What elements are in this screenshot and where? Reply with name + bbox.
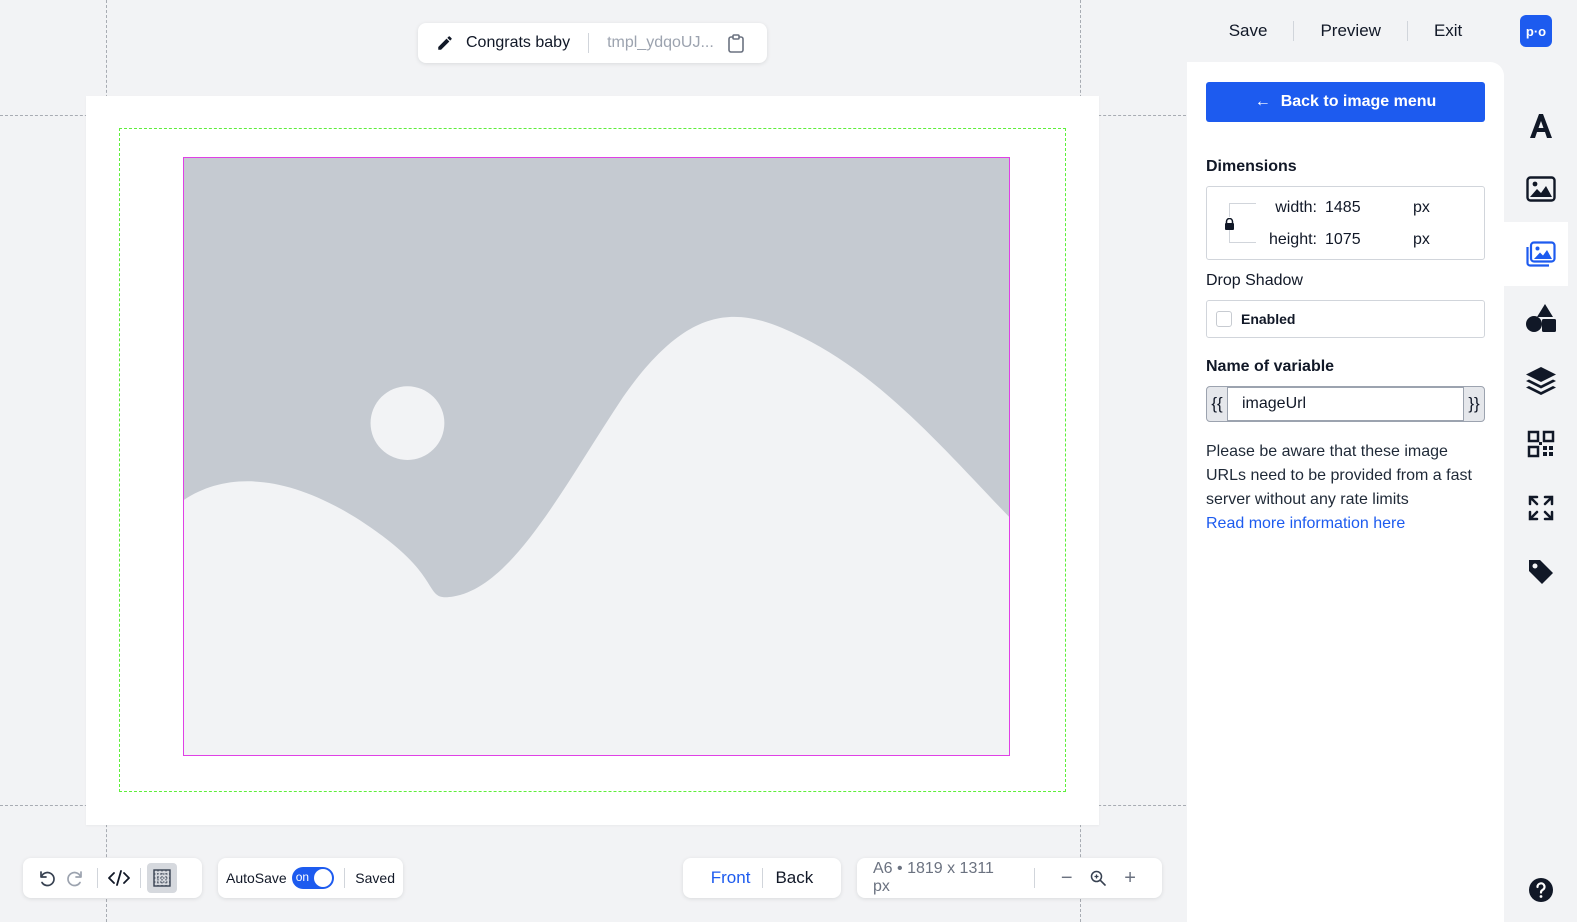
- tab-back[interactable]: Back: [763, 868, 825, 888]
- autosave-toolbar: AutoSave on Saved: [218, 858, 403, 898]
- height-input[interactable]: 1075: [1325, 231, 1413, 249]
- image-variable-icon[interactable]: [1504, 224, 1577, 284]
- image-placeholder-icon: [184, 158, 1009, 755]
- save-button[interactable]: Save: [1203, 21, 1294, 41]
- back-button-label: Back to image menu: [1280, 93, 1437, 110]
- preview-button[interactable]: Preview: [1294, 21, 1406, 41]
- shapes-icon[interactable]: [1504, 288, 1577, 348]
- toggle-text: on: [295, 870, 310, 884]
- lock-icon[interactable]: [1224, 217, 1235, 230]
- close-brace: }}: [1468, 394, 1480, 413]
- tool-rail: [1504, 0, 1577, 922]
- zoom-fit-icon[interactable]: [1083, 870, 1115, 886]
- width-input[interactable]: 1485: [1325, 199, 1413, 217]
- redo-icon[interactable]: [61, 863, 91, 893]
- open-brace: {{: [1211, 394, 1223, 413]
- image-placeholder[interactable]: [183, 157, 1010, 756]
- width-label: width:: [1275, 199, 1317, 216]
- divider: [1033, 868, 1035, 888]
- height-label: height:: [1268, 231, 1317, 248]
- side-switcher: Front Back: [683, 858, 841, 898]
- variable-name-group: {{ }}: [1206, 386, 1485, 422]
- width-row: width: 1485 px: [1257, 199, 1430, 217]
- dimensions-title: Dimensions: [1206, 158, 1297, 175]
- expand-icon[interactable]: [1504, 478, 1577, 538]
- help-icon[interactable]: [1504, 860, 1577, 920]
- template-name[interactable]: Congrats baby: [466, 34, 570, 52]
- canvas-size-label: A6 • 1819 x 1311 px: [873, 860, 994, 895]
- template-name-bar: Congrats baby tmpl_ydqoUJ...: [418, 23, 767, 63]
- image-icon[interactable]: [1504, 159, 1577, 219]
- drop-shadow-checkbox[interactable]: [1216, 311, 1232, 327]
- width-unit: px: [1413, 199, 1430, 216]
- notice-text: Please be aware that these image URLs ne…: [1206, 443, 1472, 508]
- drop-shadow-box: Enabled: [1206, 300, 1485, 338]
- dimensions-box: width: 1485 px height: 1075 px: [1206, 186, 1485, 260]
- zoom-out-button[interactable]: −: [1051, 867, 1083, 890]
- autosave-label: AutoSave: [226, 870, 287, 886]
- divider: [588, 33, 590, 53]
- save-status: Saved: [355, 870, 395, 886]
- zoom-toolbar: A6 • 1819 x 1311 px − +: [857, 858, 1162, 898]
- zoom-in-button[interactable]: +: [1114, 867, 1146, 890]
- back-to-image-menu-button[interactable]: ← Back to image menu: [1206, 82, 1485, 122]
- image-settings-panel: ← Back to image menu Dimensions width: 1…: [1187, 62, 1504, 922]
- autosave-toggle[interactable]: on: [291, 867, 335, 889]
- divider: [97, 868, 98, 888]
- height-row: height: 1075 px: [1257, 231, 1430, 249]
- history-toolbar: [23, 858, 202, 898]
- drop-shadow-title: Drop Shadow: [1206, 272, 1303, 289]
- variable-name-input[interactable]: [1227, 387, 1464, 421]
- clipboard-icon[interactable]: [727, 33, 746, 53]
- arrow-left-icon: ←: [1254, 93, 1271, 110]
- undo-icon[interactable]: [31, 863, 61, 893]
- layers-icon[interactable]: [1504, 351, 1577, 411]
- code-icon[interactable]: [104, 863, 134, 893]
- tag-icon[interactable]: [1504, 542, 1577, 602]
- read-more-link[interactable]: Read more information here: [1206, 512, 1485, 536]
- qr-code-icon[interactable]: [1504, 414, 1577, 474]
- toggle-knob: [314, 869, 333, 887]
- drop-shadow-checkbox-label[interactable]: Enabled: [1241, 311, 1295, 327]
- tab-front[interactable]: Front: [699, 868, 763, 888]
- panel-actions: Save Preview Exit: [1187, 0, 1504, 62]
- text-icon[interactable]: [1504, 96, 1577, 156]
- divider: [140, 868, 141, 888]
- grid-icon[interactable]: [147, 863, 177, 893]
- exit-button[interactable]: Exit: [1408, 21, 1488, 41]
- divider: [344, 868, 346, 888]
- variable-name-title: Name of variable: [1206, 358, 1335, 375]
- template-id: tmpl_ydqoUJ...: [607, 34, 714, 51]
- image-url-notice: Please be aware that these image URLs ne…: [1206, 440, 1485, 536]
- app-logo[interactable]: p·o: [1520, 15, 1552, 47]
- height-unit: px: [1413, 231, 1430, 248]
- pencil-icon[interactable]: [436, 33, 456, 53]
